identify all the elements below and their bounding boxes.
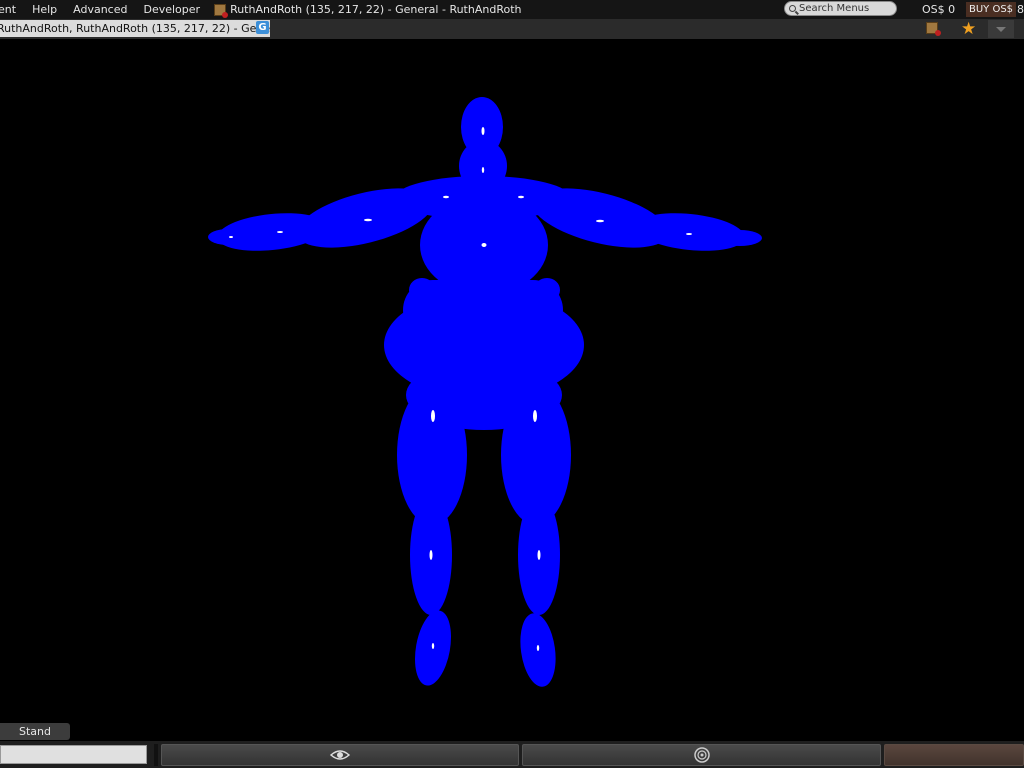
menu-item-advanced[interactable]: Advanced xyxy=(65,0,135,19)
maturity-rating-icon: G xyxy=(256,21,269,34)
favorite-star-icon[interactable]: ★ xyxy=(961,19,976,39)
snapshot-button[interactable] xyxy=(522,744,881,766)
menu-item-agent[interactable]: ent xyxy=(0,0,24,19)
window-title-area: RuthAndRoth (135, 217, 22) - General - R… xyxy=(214,3,522,18)
toolbar-separator xyxy=(154,744,158,766)
toolbar-button-extra[interactable] xyxy=(884,744,1024,766)
search-icon xyxy=(789,5,796,12)
search-menus-placeholder: Search Menus xyxy=(799,3,870,14)
buy-currency-button[interactable]: BUY OS$ xyxy=(966,2,1017,17)
view-button[interactable] xyxy=(161,744,519,766)
stand-button[interactable]: Stand xyxy=(0,723,70,740)
navigation-bar: RuthAndRoth, RuthAndRoth (135, 217, 22) … xyxy=(0,19,1024,39)
menu-item-help[interactable]: Help xyxy=(24,0,65,19)
location-input[interactable]: RuthAndRoth, RuthAndRoth (135, 217, 22) … xyxy=(0,20,270,37)
menu-item-developer[interactable]: Developer xyxy=(135,0,208,19)
bottom-toolbar xyxy=(0,741,1024,768)
menubar-extra: 8 xyxy=(1017,3,1024,16)
world-viewport[interactable] xyxy=(0,39,1024,739)
parcel-properties-icon[interactable] xyxy=(926,22,941,36)
snapshot-icon xyxy=(693,747,710,763)
currency-balance: OS$ 0 xyxy=(922,3,956,16)
navbar-dropdown-button[interactable] xyxy=(988,20,1014,38)
nearby-chat-input[interactable] xyxy=(0,745,147,764)
location-text: RuthAndRoth, RuthAndRoth (135, 217, 22) … xyxy=(0,22,270,35)
avatar xyxy=(208,97,762,687)
parcel-icon xyxy=(214,3,229,18)
window-title: RuthAndRoth (135, 217, 22) - General - R… xyxy=(230,3,522,16)
eye-icon xyxy=(330,750,350,760)
search-menus-input[interactable]: Search Menus xyxy=(784,1,897,16)
